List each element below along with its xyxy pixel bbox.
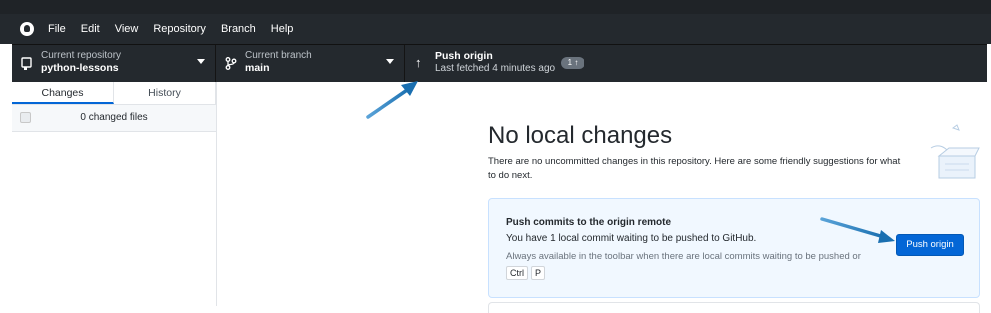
annotation-arrow-toolbar [366,81,418,119]
annotation-arrow-button [820,217,895,243]
app-window: File Edit View Repository Branch Help Cu… [0,0,991,313]
annotation-arrows [366,81,895,243]
